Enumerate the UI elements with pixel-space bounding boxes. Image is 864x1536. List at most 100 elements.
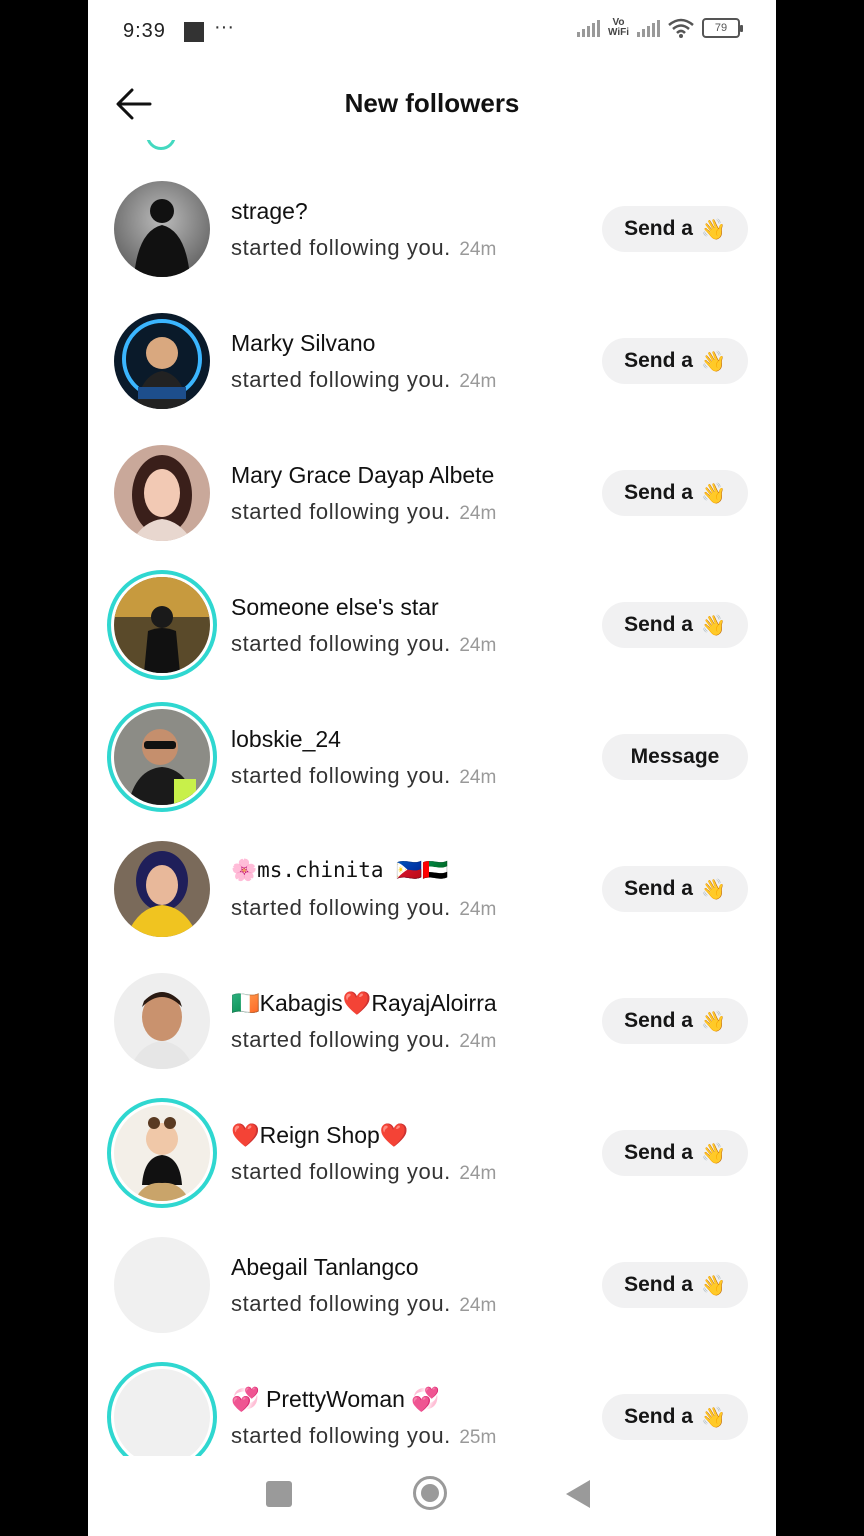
follow-time: 24m bbox=[459, 1295, 497, 1316]
follower-name[interactable]: Abegail Tanlangco bbox=[231, 1254, 419, 1281]
follower-row[interactable]: Mary Grace Dayap Albete started followin… bbox=[88, 404, 776, 541]
follow-info: started following you. 24m bbox=[231, 1291, 496, 1317]
follower-row[interactable]: strage? started following you. 24m Send … bbox=[88, 140, 776, 277]
follow-time: 24m bbox=[459, 503, 497, 524]
action-label: Send a bbox=[624, 1405, 693, 1428]
avatar-with-story-ring[interactable] bbox=[107, 1362, 217, 1456]
followers-list[interactable]: strage? started following you. 24m Send … bbox=[88, 140, 776, 1456]
follow-info: started following you. 24m bbox=[231, 631, 496, 657]
wave-hand-icon: 👋 bbox=[700, 878, 726, 901]
avatar-with-story-ring[interactable] bbox=[107, 702, 217, 812]
follower-row[interactable]: Someone else's star started following yo… bbox=[88, 536, 776, 680]
follower-row[interactable]: Marky Silvano started following you. 24m… bbox=[88, 272, 776, 409]
follower-name[interactable]: Someone else's star bbox=[231, 594, 439, 621]
follower-row[interactable]: 🌸ms.chinita 🇵🇭🇦🇪 started following you. … bbox=[88, 800, 776, 937]
follower-name[interactable]: lobskie_24 bbox=[231, 726, 341, 753]
status-bar: 9:39 ··· Vo WiFi 79 bbox=[88, 0, 776, 64]
follow-info: started following you. 25m bbox=[231, 1423, 496, 1449]
follow-text: started following you. bbox=[231, 895, 451, 920]
send-wave-button[interactable]: Send a 👋 bbox=[602, 602, 748, 648]
back-triangle-icon[interactable] bbox=[566, 1480, 590, 1508]
battery-icon: 79 bbox=[702, 18, 743, 38]
follow-info: started following you. 24m bbox=[231, 367, 496, 393]
recents-square-icon[interactable] bbox=[266, 1481, 292, 1507]
follow-info: started following you. 24m bbox=[231, 1027, 496, 1053]
send-wave-button[interactable]: Send a 👋 bbox=[602, 470, 748, 516]
follow-text: started following you. bbox=[231, 1423, 451, 1448]
wave-hand-icon: 👋 bbox=[700, 1274, 726, 1297]
action-label: Send a bbox=[624, 1273, 693, 1296]
follow-info: started following you. 24m bbox=[231, 235, 496, 261]
follower-name[interactable]: Marky Silvano bbox=[231, 330, 375, 357]
vowifi-icon: Vo WiFi bbox=[607, 17, 629, 38]
action-label: Send a bbox=[624, 217, 693, 240]
follow-text: started following you. bbox=[231, 499, 451, 524]
page-title: New followers bbox=[344, 88, 520, 118]
follower-name[interactable]: Mary Grace Dayap Albete bbox=[231, 462, 494, 489]
status-icons: Vo WiFi 79 bbox=[576, 17, 743, 38]
follow-time: 24m bbox=[459, 371, 497, 392]
send-wave-button[interactable]: Send a 👋 bbox=[602, 998, 748, 1044]
signal-icon bbox=[576, 19, 600, 37]
follow-time: 24m bbox=[459, 239, 497, 260]
signal-icon-2 bbox=[637, 19, 660, 37]
follow-text: started following you. bbox=[231, 763, 451, 788]
send-wave-button[interactable]: Send a 👋 bbox=[602, 338, 748, 384]
follow-info: started following you. 24m bbox=[231, 763, 496, 789]
avatar-placeholder[interactable] bbox=[114, 1237, 210, 1333]
send-wave-button[interactable]: Send a 👋 bbox=[602, 206, 748, 252]
follow-time: 24m bbox=[459, 767, 497, 788]
avatar[interactable] bbox=[114, 973, 210, 1069]
wave-hand-icon: 👋 bbox=[700, 482, 726, 505]
follow-time: 25m bbox=[459, 1427, 497, 1448]
follower-row[interactable]: ❤️Reign Shop❤️ started following you. 24… bbox=[88, 1064, 776, 1208]
avatar[interactable] bbox=[114, 445, 210, 541]
follower-name[interactable]: 🇮🇪Kabagis❤️RayajAloirra bbox=[231, 990, 497, 1017]
action-label: Send a bbox=[624, 877, 693, 900]
phone-screen: 9:39 ··· Vo WiFi 79 New followers strage… bbox=[88, 0, 776, 1536]
wave-hand-icon: 👋 bbox=[700, 614, 726, 637]
follow-time: 24m bbox=[459, 1031, 497, 1052]
follower-row[interactable]: 💞 PrettyWoman 💞 started following you. 2… bbox=[88, 1328, 776, 1456]
send-wave-button[interactable]: Send a 👋 bbox=[602, 1130, 748, 1176]
home-circle-icon[interactable] bbox=[413, 1476, 447, 1510]
action-label: Send a bbox=[624, 1009, 693, 1032]
avatar[interactable] bbox=[114, 841, 210, 937]
follow-text: started following you. bbox=[231, 367, 451, 392]
wave-hand-icon: 👋 bbox=[700, 1010, 726, 1033]
send-wave-button[interactable]: Send a 👋 bbox=[602, 1394, 748, 1440]
avatar-with-story-ring[interactable] bbox=[107, 1098, 217, 1208]
action-label: Send a bbox=[624, 481, 693, 504]
follower-name[interactable]: ❤️Reign Shop❤️ bbox=[231, 1122, 408, 1149]
wave-hand-icon: 👋 bbox=[700, 1406, 726, 1429]
wifi-icon bbox=[668, 18, 694, 38]
action-label: Send a bbox=[624, 613, 693, 636]
follower-row[interactable]: lobskie_24 started following you. 24m Me… bbox=[88, 668, 776, 812]
message-button[interactable]: Message bbox=[602, 734, 748, 780]
avatar[interactable] bbox=[114, 313, 210, 409]
notification-square-icon bbox=[184, 22, 204, 42]
action-label: Send a bbox=[624, 1141, 693, 1164]
follower-name[interactable]: 💞 PrettyWoman 💞 bbox=[231, 1386, 440, 1413]
header: New followers bbox=[88, 70, 776, 140]
follow-text: started following you. bbox=[231, 631, 451, 656]
follow-time: 24m bbox=[459, 635, 497, 656]
follow-text: started following you. bbox=[231, 235, 451, 260]
follower-row[interactable]: 🇮🇪Kabagis❤️RayajAloirra started followin… bbox=[88, 932, 776, 1069]
send-wave-button[interactable]: Send a 👋 bbox=[602, 866, 748, 912]
follow-text: started following you. bbox=[231, 1159, 451, 1184]
follower-name[interactable]: strage? bbox=[231, 198, 308, 225]
avatar-with-story-ring[interactable] bbox=[107, 570, 217, 680]
follower-name[interactable]: 🌸ms.chinita 🇵🇭🇦🇪 bbox=[231, 858, 449, 883]
follow-text: started following you. bbox=[231, 1027, 451, 1052]
follow-text: started following you. bbox=[231, 1291, 451, 1316]
avatar[interactable] bbox=[114, 181, 210, 277]
wave-hand-icon: 👋 bbox=[700, 1142, 726, 1165]
system-nav-bar bbox=[88, 1456, 776, 1536]
follow-info: started following you. 24m bbox=[231, 895, 496, 921]
follow-info: started following you. 24m bbox=[231, 499, 496, 525]
follower-row[interactable]: Abegail Tanlangco started following you.… bbox=[88, 1196, 776, 1333]
follow-time: 24m bbox=[459, 1163, 497, 1184]
send-wave-button[interactable]: Send a 👋 bbox=[602, 1262, 748, 1308]
more-notifications-icon: ··· bbox=[214, 16, 234, 38]
